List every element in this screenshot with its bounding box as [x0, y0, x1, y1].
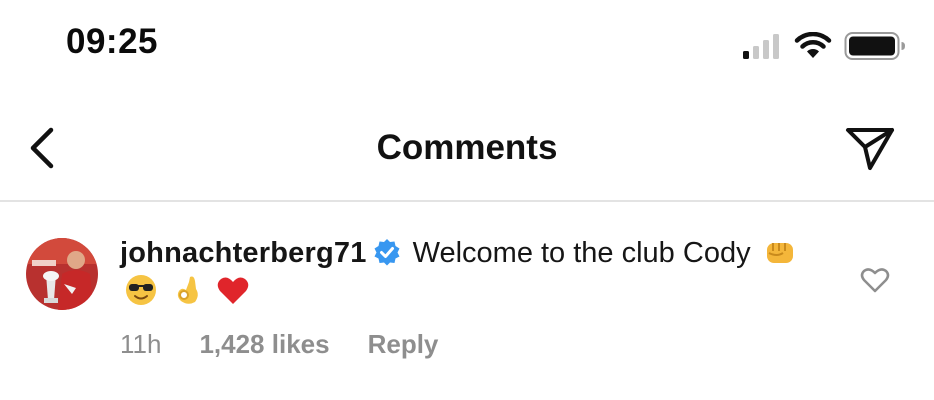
cellular-signal-icon [743, 34, 779, 59]
red-heart-emoji [217, 277, 249, 304]
status-bar: 09:25 [0, 0, 934, 95]
comment-username[interactable]: johnachterberg71 [120, 237, 367, 269]
comment-timestamp: 11h [120, 329, 162, 359]
wifi-icon [794, 32, 832, 58]
paper-plane-icon[interactable] [844, 126, 896, 172]
comment-text: johnachterberg71 Welcome to the club Cod… [120, 234, 820, 310]
avatar[interactable] [26, 238, 98, 310]
fist-bump-emoji [766, 243, 793, 263]
status-time: 09:25 [66, 22, 159, 61]
reply-button[interactable]: Reply [368, 329, 439, 360]
page-title: Comments [376, 128, 558, 167]
verified-badge-icon [374, 239, 400, 266]
comment-message: Welcome to the club Cody [412, 237, 751, 269]
likes-count[interactable]: 1,428 likes [199, 329, 329, 360]
heart-outline-icon[interactable] [860, 266, 890, 294]
sunglasses-emoji [126, 275, 156, 305]
comment-meta: 11h 1,428 likes Reply [120, 329, 438, 360]
comment-item: johnachterberg71 Welcome to the club Cod… [0, 204, 934, 384]
nav-bar: Comments [0, 96, 934, 202]
status-icons [742, 30, 906, 62]
ok-hand-emoji [177, 276, 198, 304]
battery-icon [844, 32, 905, 60]
